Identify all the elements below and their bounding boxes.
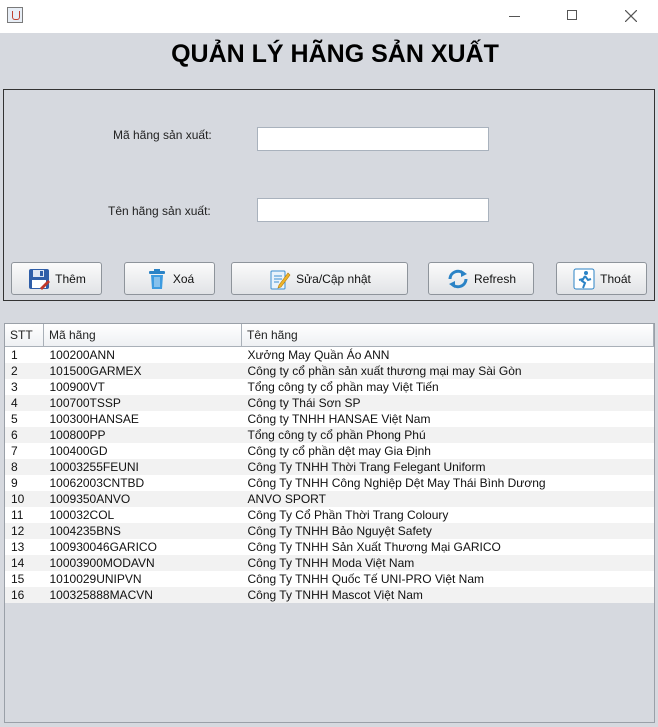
- table-row[interactable]: 9 10062003CNTBD Công Ty TNHH Công Nghiệp D…: [5, 475, 654, 491]
- cell-code: 100400GD: [43, 443, 242, 459]
- cell-name: Công Ty Cổ Phần Thời Trang Coloury: [241, 507, 654, 523]
- manufacturer-name-label: Tên hãng sản xuất:: [108, 204, 211, 218]
- column-header-code[interactable]: Mã hãng: [43, 324, 242, 347]
- cell-code: 10003900MODAVN: [43, 555, 242, 571]
- cell-name: Công Ty TNHH Thời Trang Felegant Uniform: [241, 459, 654, 475]
- refresh-button[interactable]: Refresh: [428, 262, 534, 295]
- cell-name: Công ty cổ phần dệt may Gia Định: [241, 443, 654, 459]
- add-button[interactable]: Thêm: [11, 262, 102, 295]
- cell-stt: 13: [5, 539, 44, 555]
- cell-stt: 7: [5, 443, 44, 459]
- table-row[interactable]: 14 10003900MODAVN Công Ty TNHH Moda Việt N…: [5, 555, 654, 571]
- cell-name: ANVO SPORT: [241, 491, 654, 507]
- refresh-arrows-icon: [446, 267, 470, 291]
- cell-name: Công Ty TNHH Sản Xuất Thương Mại GARICO: [241, 539, 654, 555]
- update-button-label: Sửa/Cập nhật: [296, 271, 371, 286]
- table-row[interactable]: 1 100200ANN Xưởng May Quần Áo ANN: [5, 346, 654, 363]
- table-header: STT Mã hãng Tên hãng: [5, 324, 654, 347]
- page-title: QUẢN LÝ HÃNG SẢN XUẤT: [171, 40, 499, 68]
- cell-name: Công Ty TNHH Moda Việt Nam: [241, 555, 654, 571]
- cell-stt: 9: [5, 475, 44, 491]
- cell-code: 1010029UNIPVN: [43, 571, 242, 587]
- cell-stt: 6: [5, 427, 44, 443]
- column-header-name[interactable]: Tên hãng: [241, 324, 654, 347]
- cell-name: Công ty cổ phần sản xuất thương mại may …: [241, 363, 654, 379]
- delete-button[interactable]: Xoá: [124, 262, 215, 295]
- cell-name: Công Ty TNHH Bảo Nguyệt Safety: [241, 523, 654, 539]
- cell-stt: 11: [5, 507, 44, 523]
- table-row[interactable]: 3 100900VT Tổng công ty cổ phần may Việt T…: [5, 379, 654, 395]
- cell-stt: 1: [5, 346, 44, 363]
- table-row[interactable]: 8 10003255FEUNI Công Ty TNHH Thời Trang Fe…: [5, 459, 654, 475]
- cell-code: 100900VT: [43, 379, 242, 395]
- cell-name: Tổng công ty cổ phần Phong Phú: [241, 427, 654, 443]
- cell-code: 1009350ANVO: [43, 491, 242, 507]
- delete-button-label: Xoá: [172, 271, 195, 286]
- java-cup-icon: [7, 7, 23, 23]
- maximize-icon[interactable]: [550, 0, 596, 33]
- table-row[interactable]: 7 100400GD Công ty cổ phần dệt may Gia Địn…: [5, 443, 654, 459]
- cell-stt: 16: [5, 587, 44, 603]
- trash-icon: [145, 267, 169, 291]
- refresh-button-label: Refresh: [473, 271, 517, 286]
- cell-name: Công ty TNHH HANSAE Việt Nam: [241, 411, 654, 427]
- cell-code: 100032COL: [43, 507, 242, 523]
- update-button[interactable]: Sửa/Cập nhật: [231, 262, 408, 295]
- table-row[interactable]: 15 1010029UNIPVN Công Ty TNHH Quốc Tế UNI-…: [5, 571, 654, 587]
- cell-code: 101500GARMEX: [43, 363, 242, 379]
- manufacturer-name-field[interactable]: [257, 198, 489, 222]
- cell-code: 100700TSSP: [43, 395, 242, 411]
- minimize-icon[interactable]: [492, 0, 538, 33]
- cell-stt: 5: [5, 411, 44, 427]
- table-row[interactable]: 10 1009350ANVO ANVO SPORT: [5, 491, 654, 507]
- window-titlebar: [0, 0, 658, 33]
- cell-code: 100325888MACVN: [43, 587, 242, 603]
- cell-stt: 8: [5, 459, 44, 475]
- floppy-disk-icon: [27, 267, 51, 291]
- cell-code: 1004235BNS: [43, 523, 242, 539]
- cell-stt: 2: [5, 363, 44, 379]
- cell-name: Công Ty TNHH Mascot Việt Nam: [241, 587, 654, 603]
- cell-name: Công Ty TNHH Quốc Tế UNI-PRO Việt Nam: [241, 571, 654, 587]
- cell-stt: 12: [5, 523, 44, 539]
- manufacturer-table[interactable]: STT Mã hãng Tên hãng 1 100200ANN Xưởng May…: [4, 323, 655, 723]
- cell-stt: 3: [5, 379, 44, 395]
- cell-stt: 4: [5, 395, 44, 411]
- table-row[interactable]: 12 1004235BNS Công Ty TNHH Bảo Nguyệt Safe…: [5, 523, 654, 539]
- cell-code: 100930046GARICO: [43, 539, 242, 555]
- table-row[interactable]: 16 100325888MACVN Công Ty TNHH Mascot Việt…: [5, 587, 654, 603]
- add-button-label: Thêm: [55, 271, 86, 286]
- table-row[interactable]: 5 100300HANSAE Công ty TNHH HANSAE Việt Na…: [5, 411, 654, 427]
- cell-code: 10003255FEUNI: [43, 459, 242, 475]
- close-icon[interactable]: [608, 0, 654, 33]
- manufacturer-code-label: Mã hãng sản xuất:: [113, 128, 212, 142]
- exit-button-label: Thoát: [600, 271, 631, 286]
- cell-code: 100800PP: [43, 427, 242, 443]
- cell-code: 100300HANSAE: [43, 411, 242, 427]
- cell-name: Xưởng May Quần Áo ANN: [241, 346, 654, 363]
- cell-stt: 14: [5, 555, 44, 571]
- table-row[interactable]: 13 100930046GARICO Công Ty TNHH Sản Xuất T…: [5, 539, 654, 555]
- cell-stt: 10: [5, 491, 44, 507]
- table-row[interactable]: 2 101500GARMEX Công ty cổ phần sản xuất th…: [5, 363, 654, 379]
- cell-stt: 15: [5, 571, 44, 587]
- table-row[interactable]: 6 100800PP Tổng công ty cổ phần Phong Phú: [5, 427, 654, 443]
- cell-code: 100200ANN: [43, 346, 242, 363]
- edit-document-icon: [268, 267, 292, 291]
- table-row[interactable]: 11 100032COL Công Ty Cổ Phần Thời Trang Co…: [5, 507, 654, 523]
- cell-name: Công ty Thái Sơn SP: [241, 395, 654, 411]
- cell-name: Công Ty TNHH Công Nghiệp Dệt May Thái Bì…: [241, 475, 654, 491]
- exit-door-icon: [572, 267, 596, 291]
- cell-name: Tổng công ty cổ phần may Việt Tiến: [241, 379, 654, 395]
- cell-code: 10062003CNTBD: [43, 475, 242, 491]
- table-row[interactable]: 4 100700TSSP Công ty Thái Sơn SP: [5, 395, 654, 411]
- manufacturer-code-field[interactable]: [257, 127, 489, 151]
- column-header-stt[interactable]: STT: [5, 324, 44, 347]
- exit-button[interactable]: Thoát: [556, 262, 647, 295]
